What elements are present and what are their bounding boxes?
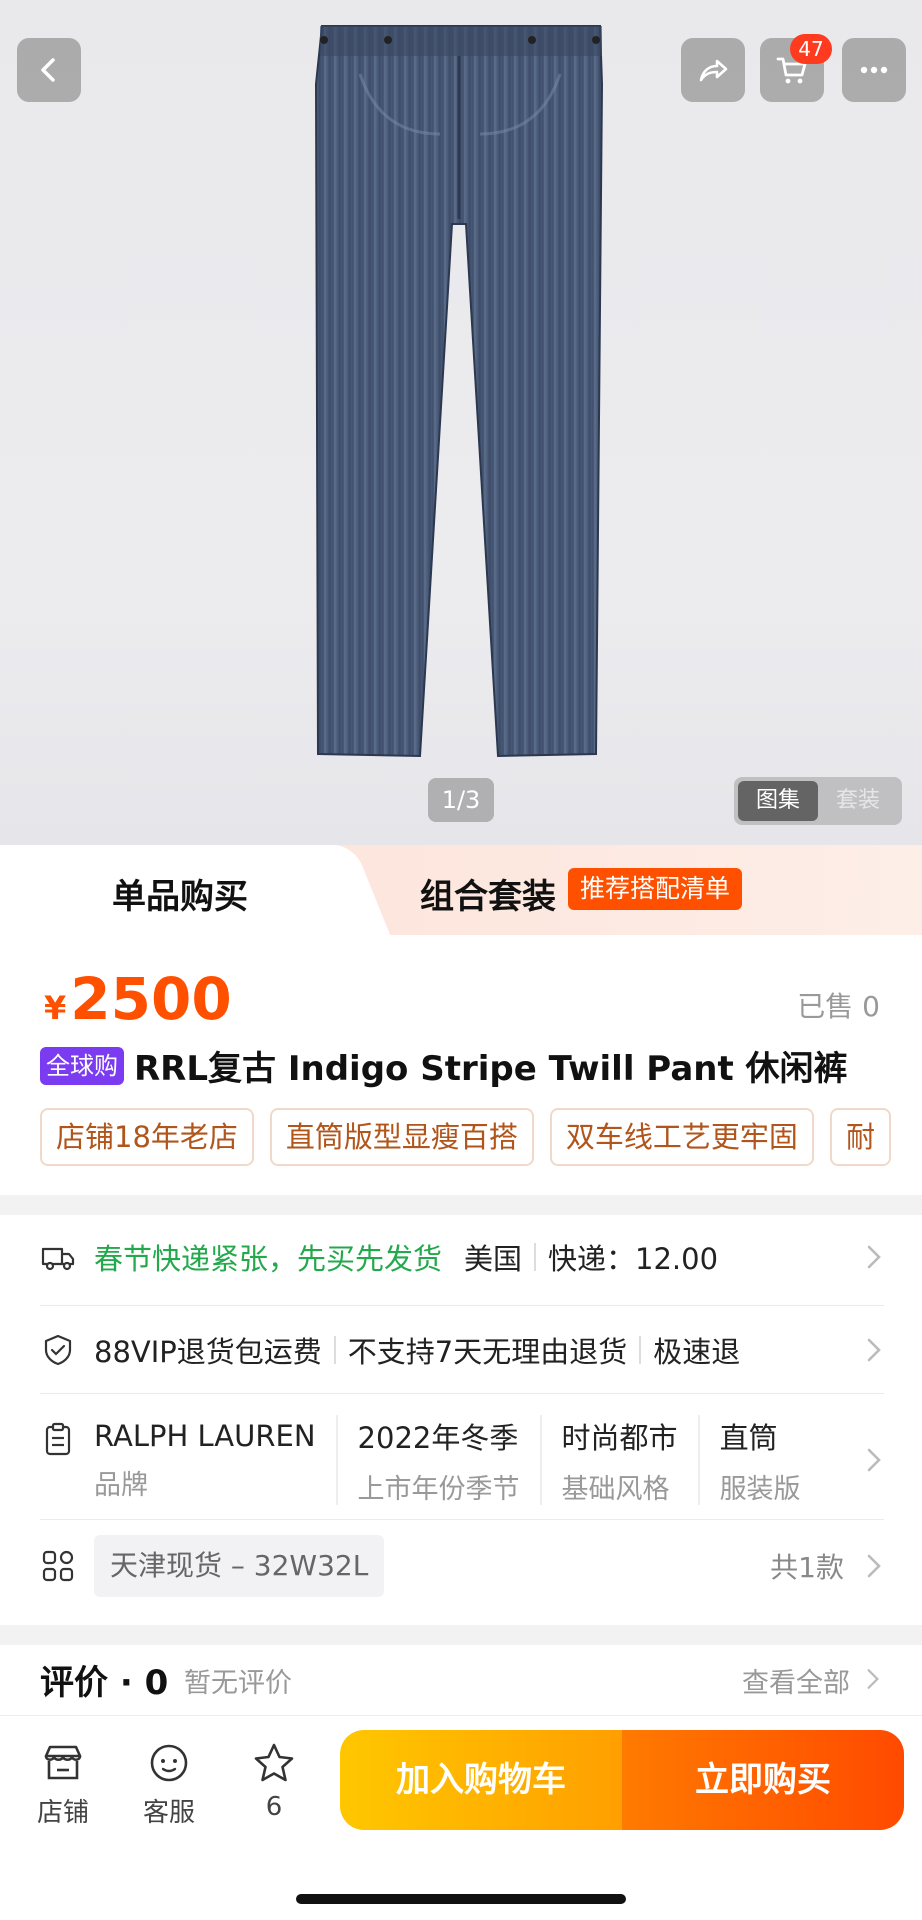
clipboard-icon xyxy=(45,1422,71,1456)
share-button[interactable] xyxy=(681,38,745,102)
tab-single-purchase[interactable]: 单品购买 xyxy=(0,845,330,935)
chevron-right-icon xyxy=(867,1448,881,1472)
global-buy-badge: 全球购 xyxy=(40,1046,124,1085)
gallery-tab-sets[interactable]: 套装 xyxy=(818,781,898,821)
service-card: 春节快递紧张，先买先发货 美国 快递：12.00 88VIP退货包运费 不支持7… xyxy=(0,1215,922,1625)
chevron-right-icon xyxy=(867,1245,881,1269)
params-list: RALPH LAUREN 品牌 2022年冬季 上市年份季节 时尚都市 基础风格… xyxy=(94,1415,854,1505)
product-tag[interactable]: 店铺18年老店 xyxy=(40,1108,254,1166)
truck-icon xyxy=(41,1247,75,1271)
reviews-section: 评价 · 0 暂无评价 查看全部 xyxy=(0,1645,922,1715)
cart-count-badge: 47 xyxy=(790,34,832,64)
product-params-row[interactable]: RALPH LAUREN 品牌 2022年冬季 上市年份季节 时尚都市 基础风格… xyxy=(40,1401,884,1519)
param-season: 2022年冬季 上市年份季节 xyxy=(358,1415,542,1505)
divider xyxy=(639,1336,642,1364)
more-icon xyxy=(860,66,888,74)
param-value: 时尚都市 xyxy=(561,1420,678,1455)
reviews-empty-text: 暂无评价 xyxy=(184,1668,292,1699)
return-vip: 88VIP退货包运费 xyxy=(94,1335,322,1369)
param-key: 服装版 xyxy=(719,1473,801,1505)
divider xyxy=(40,1393,884,1394)
shipping-row[interactable]: 春节快递紧张，先买先发货 美国 快递：12.00 xyxy=(40,1215,884,1299)
product-image-gallery[interactable]: 47 1/3 图集 套装 xyxy=(0,0,922,845)
store-button[interactable]: 店铺 xyxy=(18,1740,108,1829)
customer-service-icon xyxy=(150,1744,188,1782)
price-currency: ¥ xyxy=(44,989,67,1027)
favorite-button[interactable]: 6 xyxy=(229,1740,319,1822)
param-key: 基础风格 xyxy=(561,1473,670,1505)
product-tag[interactable]: 直筒版型显瘦百搭 xyxy=(269,1108,534,1166)
bottom-action-bar: 店铺 客服 6 加入购物车 立即购买 xyxy=(0,1715,922,1920)
product-title-row: 全球购 RRL复古 Indigo Stripe Twill Pant 休闲裤 xyxy=(40,1041,848,1090)
purchase-mode-tabs: 单品购买 组合套装 推荐搭配清单 xyxy=(0,845,922,935)
return-policy-row[interactable]: 88VIP退货包运费 不支持7天无理由退货 极速退 xyxy=(40,1311,884,1389)
gallery-toggle[interactable]: 图集 套装 xyxy=(734,777,902,825)
shipping-origin: 美国 xyxy=(464,1242,523,1276)
sku-count: 共1款 xyxy=(770,1551,844,1584)
param-style: 时尚都市 基础风格 xyxy=(562,1415,700,1505)
tab-single-label: 单品购买 xyxy=(112,877,248,917)
add-to-cart-button[interactable]: 加入购物车 xyxy=(340,1730,622,1830)
tab-combo-purchase[interactable]: 组合套装 xyxy=(420,869,556,918)
reviews-title: 评价 · 0 xyxy=(40,1663,169,1703)
cart-button[interactable]: 47 xyxy=(760,34,832,102)
price: ¥2500 xyxy=(44,965,232,1033)
buy-now-button[interactable]: 立即购买 xyxy=(622,1730,904,1830)
image-page-indicator: 1/3 xyxy=(428,778,494,822)
shipping-notice: 春节快递紧张，先买先发货 xyxy=(94,1242,443,1276)
back-button[interactable] xyxy=(17,38,81,102)
param-value: 2022年冬季 xyxy=(357,1420,519,1455)
store-icon xyxy=(44,1745,82,1780)
sku-row[interactable]: 天津现货 – 32W32L 共1款 xyxy=(40,1533,884,1599)
param-value: 直筒 xyxy=(719,1420,778,1455)
divider xyxy=(534,1243,537,1271)
product-tag[interactable]: 耐 xyxy=(829,1108,891,1166)
return-policy: 不支持7天无理由退货 xyxy=(347,1335,628,1369)
shipping-fee: 快递：12.00 xyxy=(548,1242,719,1276)
param-key: 品牌 xyxy=(94,1469,148,1501)
chevron-right-icon xyxy=(867,1554,881,1578)
store-label: 店铺 xyxy=(36,1798,89,1828)
param-brand: RALPH LAUREN 品牌 xyxy=(94,1415,338,1505)
chevron-right-icon xyxy=(867,1669,879,1689)
back-arrow-icon xyxy=(41,58,55,82)
reviews-view-all[interactable]: 查看全部 xyxy=(742,1661,850,1700)
customer-service-label: 客服 xyxy=(142,1798,195,1828)
sku-selected-chip[interactable]: 天津现货 – 32W32L xyxy=(94,1535,385,1597)
divider xyxy=(40,1519,884,1520)
product-info-card: ¥2500 已售 0 全球购 RRL复古 Indigo Stripe Twill… xyxy=(0,935,922,1195)
combo-recommend-badge[interactable]: 推荐搭配清单 xyxy=(568,868,743,910)
param-key: 上市年份季节 xyxy=(357,1473,520,1505)
star-icon xyxy=(254,1743,294,1782)
chevron-right-icon xyxy=(867,1338,881,1362)
favorite-count: 6 xyxy=(265,1792,283,1822)
more-button[interactable] xyxy=(842,38,906,102)
gallery-tab-images[interactable]: 图集 xyxy=(738,781,818,821)
home-indicator xyxy=(296,1894,626,1904)
product-title: RRL复古 Indigo Stripe Twill Pant 休闲裤 xyxy=(134,1049,848,1089)
sold-count: 已售 0 xyxy=(797,990,880,1023)
product-tags: 店铺18年老店 直筒版型显瘦百搭 双车线工艺更牢固 耐 xyxy=(40,1108,922,1168)
param-value: RALPH LAUREN xyxy=(94,1418,316,1453)
customer-service-button[interactable]: 客服 xyxy=(124,1740,214,1829)
grid-icon xyxy=(42,1550,74,1582)
divider xyxy=(333,1336,336,1364)
share-icon xyxy=(699,59,728,82)
param-fit: 直筒 服装版 xyxy=(720,1415,821,1505)
return-fast: 极速退 xyxy=(653,1335,741,1369)
product-jeans-image xyxy=(314,25,604,758)
product-tag[interactable]: 双车线工艺更牢固 xyxy=(549,1108,814,1166)
shield-icon xyxy=(44,1334,72,1366)
divider xyxy=(40,1305,884,1306)
price-value: 2500 xyxy=(70,965,232,1033)
